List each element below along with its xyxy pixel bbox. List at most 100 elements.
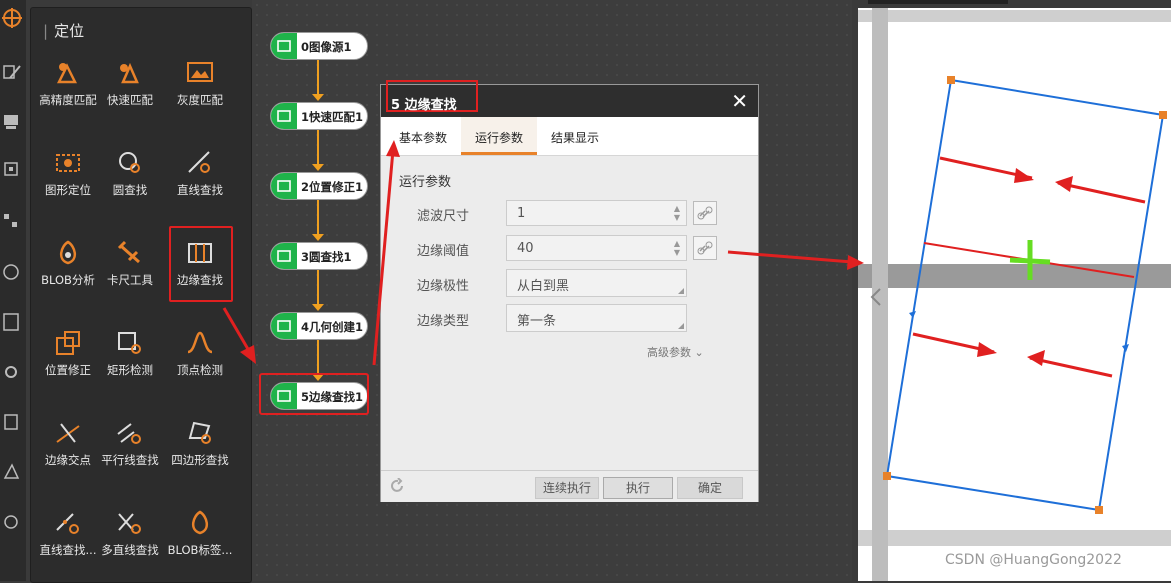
tool-label: 快速匹配 — [107, 93, 153, 107]
grid-band-bottom — [858, 530, 1171, 546]
left-toolbar — [0, 0, 26, 581]
edge-threshold-value: 40 — [517, 241, 534, 256]
flow-node-label: 2位置修正1 — [301, 180, 364, 194]
dropdown-corner-icon — [678, 288, 684, 294]
circle-find-icon — [271, 243, 297, 269]
edge-threshold-input[interactable]: 40 ▲ ▼ — [506, 235, 687, 261]
tab-basic-params[interactable]: 基本参数 — [399, 129, 447, 146]
cross-horizontal — [1009, 257, 1051, 265]
roi-handle[interactable] — [947, 76, 955, 84]
spin-arrows-icon[interactable]: ▲ ▼ — [674, 204, 680, 222]
tool-label: 多直线查找 — [101, 543, 159, 557]
align-icon[interactable] — [2, 212, 22, 232]
line-find-icon — [188, 151, 210, 173]
tool-multi-line[interactable]: 多直线查找 — [93, 508, 167, 580]
grid-band-top — [858, 10, 1171, 22]
geometry-create-icon — [271, 313, 297, 339]
communication-icon[interactable] — [2, 512, 22, 532]
color-icon[interactable] — [2, 462, 22, 482]
annotation-arrowhead — [1027, 350, 1045, 366]
chart-icon[interactable] — [2, 312, 22, 332]
flow-arrow-icon — [312, 234, 324, 241]
measure-icon[interactable] — [2, 262, 22, 282]
device-icon[interactable] — [2, 112, 22, 132]
tab-result-display[interactable]: 结果显示 — [551, 129, 599, 146]
tool-label: 四边形查找 — [171, 453, 229, 467]
advanced-params-toggle[interactable]: 高级参数 ⌄ — [647, 344, 704, 360]
flow-node-label: 3圆查找1 — [301, 250, 352, 264]
direction-arrow-icon — [1122, 344, 1129, 352]
filter-size-link-button[interactable] — [693, 201, 717, 225]
run-button[interactable]: 执行 — [603, 477, 673, 499]
flow-node[interactable]: 3圆查找1 — [270, 242, 368, 270]
tool-fast-match[interactable]: 快速匹配 — [93, 58, 167, 130]
roi-handle[interactable] — [1095, 506, 1103, 514]
tool-peak-detect[interactable]: 顶点检测 — [163, 328, 237, 400]
flow-node-label: 1快速匹配1 — [301, 110, 364, 124]
target-icon[interactable] — [2, 8, 22, 28]
annotation-arrowhead — [1055, 176, 1073, 192]
tool-parallel-line[interactable]: 平行线查找 — [93, 418, 167, 490]
edit-icon[interactable] — [2, 62, 22, 82]
quad-find-icon — [188, 421, 211, 444]
tool-label: 圆查找 — [112, 183, 148, 197]
tool-label: BLOB标签... — [167, 543, 233, 557]
tool-circle-find[interactable]: 圆查找 — [93, 148, 167, 220]
tool-line-find[interactable]: 直线查找 — [163, 148, 237, 220]
chevron-down-icon: ⌄ — [694, 346, 704, 359]
tool-quad-find[interactable]: 四边形查找 — [163, 418, 237, 490]
tool-caliper-tool[interactable]: 卡尺工具 — [93, 238, 167, 310]
roi-handle[interactable] — [1159, 111, 1167, 119]
roi-rectangle[interactable] — [885, 78, 1165, 512]
advanced-params-label: 高级参数 — [647, 346, 691, 359]
spin-arrows-icon[interactable]: ▲ ▼ — [674, 239, 680, 257]
dialog-title: 5 边缘查找 — [391, 98, 457, 113]
flow-node[interactable]: 0图像源1 — [270, 32, 368, 60]
ok-button[interactable]: 确定 — [677, 477, 743, 499]
tool-label: 矩形检测 — [107, 363, 153, 377]
dialog-header[interactable]: 5 边缘查找 ✕ — [381, 80, 758, 117]
edge-threshold-link-button[interactable] — [693, 236, 717, 260]
calibrate-icon[interactable] — [2, 160, 22, 180]
continuous-run-button[interactable]: 连续执行 — [535, 477, 599, 499]
caliper-tool-icon — [117, 240, 140, 264]
watermark: CSDN @HuangGong2022 — [945, 552, 1122, 568]
edge-type-select[interactable]: 第一条 — [506, 304, 687, 332]
flow-node-label: 4几何创建1 — [301, 320, 364, 334]
multi-line-icon — [118, 513, 141, 534]
tool-blob-label[interactable]: BLOB标签... — [163, 508, 237, 580]
position-correct-icon — [271, 173, 297, 199]
shape-locate-icon — [56, 154, 80, 172]
logic-icon[interactable] — [2, 412, 22, 432]
dialog-footer: 连续执行 执行 确定 — [381, 470, 758, 502]
roi-handle[interactable] — [883, 472, 891, 480]
flow-node[interactable]: 1快速匹配1 — [270, 102, 368, 130]
flow-connector — [317, 340, 319, 376]
high-precision-match-icon — [56, 63, 78, 84]
image-source-icon — [271, 33, 297, 59]
rect-detect-icon — [118, 332, 141, 354]
panel-title: 定位 — [43, 20, 84, 41]
flow-node[interactable]: 4几何创建1 — [270, 312, 368, 340]
image-top-tab — [868, 0, 1008, 4]
edge-threshold-label: 边缘阈值 — [417, 244, 470, 259]
peak-detect-icon — [187, 331, 213, 354]
close-icon[interactable]: ✕ — [731, 89, 748, 113]
image-view[interactable] — [858, 0, 1171, 581]
parallel-line-icon — [117, 423, 141, 444]
tab-run-params[interactable]: 运行参数 — [475, 129, 523, 146]
edge-type-value: 第一条 — [517, 314, 557, 329]
edge-find-node-highlight — [259, 373, 369, 415]
refresh-icon[interactable] — [390, 478, 406, 494]
flow-node[interactable]: 2位置修正1 — [270, 172, 368, 200]
tool-panel: 定位 高精度匹配快速匹配灰度匹配图形定位圆查找直线查找BLOB分析卡尺工具边缘查… — [30, 7, 252, 583]
tool-gray-match[interactable]: 灰度匹配 — [163, 58, 237, 130]
image-canvas — [858, 0, 1171, 581]
tool-rect-detect[interactable]: 矩形检测 — [93, 328, 167, 400]
settings-icon[interactable] — [2, 362, 22, 382]
edge-polarity-label: 边缘极性 — [417, 279, 470, 294]
blob-label-icon — [192, 510, 208, 535]
edge-polarity-select[interactable]: 从白到黑 — [506, 269, 687, 297]
filter-size-input[interactable]: 1 ▲ ▼ — [506, 200, 687, 226]
flow-arrow-icon — [312, 164, 324, 171]
